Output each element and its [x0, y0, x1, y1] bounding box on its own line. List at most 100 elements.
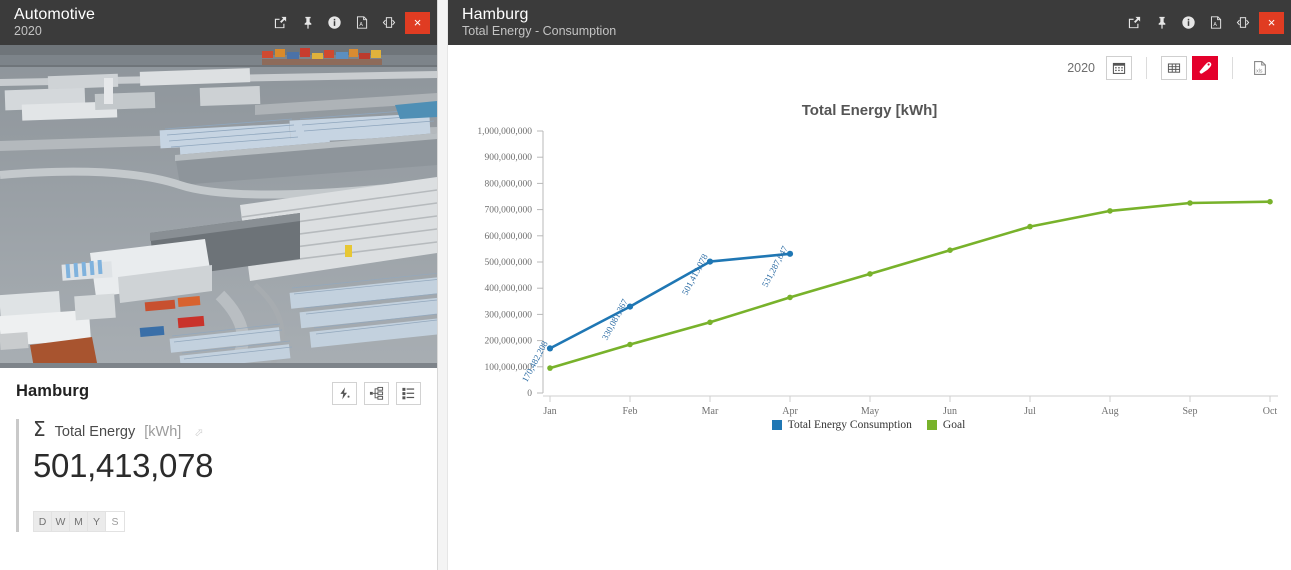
left-panel-header: Automotive 2020 A × [0, 0, 437, 45]
series-points-goal [547, 199, 1273, 371]
kpi-metric-row: Σ Total Energy [kWh] ⬀ [33, 419, 421, 440]
chart-title: Total Energy [kWh] [448, 102, 1291, 119]
x-tick-label: Sep [1183, 406, 1198, 417]
x-tick-label: Feb [623, 406, 638, 417]
left-panel-title: Automotive [14, 6, 95, 23]
close-icon[interactable]: × [1259, 12, 1284, 34]
line-chart-svg: 1,000,000,000 900,000,000 800,000,000 70… [448, 123, 1289, 423]
kpi-range-selector[interactable]: D W M Y S [33, 511, 125, 532]
y-tick-label: 500,000,000 [485, 258, 533, 268]
aerial-photo-graphic [0, 45, 437, 368]
y-axis-labels: 1,000,000,000 900,000,000 800,000,000 70… [477, 127, 532, 399]
legend-item-goal[interactable]: Goal [927, 419, 965, 431]
data-label: 531,287,647 [760, 244, 790, 289]
range-option-m[interactable]: M [70, 512, 88, 531]
kpi-main: Σ Total Energy [kWh] ⬀ 501,413,078 D W M… [33, 419, 421, 532]
x-tick-label: Jun [943, 406, 957, 417]
x-tick-label: Mar [702, 406, 719, 417]
toolbar-year-label: 2020 [1067, 61, 1095, 75]
svg-text:xls: xls [1256, 68, 1263, 74]
pdf-icon[interactable]: A [351, 8, 372, 38]
flip-icon[interactable] [1232, 8, 1253, 38]
toolbar-separator-1 [1146, 57, 1147, 79]
x-axis-ticks [550, 396, 1270, 402]
panel-divider [437, 0, 448, 570]
info-icon[interactable] [324, 8, 345, 38]
left-header-icon-group: A × [270, 0, 437, 45]
kpi-header: Hamburg [16, 382, 421, 405]
kpi-accent-bar [16, 419, 19, 532]
x-axis-labels: Jan Feb Mar Apr May Jun Jul Aug Sep Oct [543, 406, 1277, 417]
x-tick-label: Oct [1263, 406, 1278, 417]
range-option-s[interactable]: S [106, 512, 124, 531]
right-header-titles: Hamburg Total Energy - Consumption [462, 6, 616, 39]
right-panel-title: Hamburg [462, 6, 616, 23]
legend-label-consumption: Total Energy Consumption [788, 419, 912, 431]
xls-export-icon[interactable]: xls [1247, 56, 1273, 80]
chart-plot-area: 1,000,000,000 900,000,000 800,000,000 70… [448, 123, 1289, 513]
svg-text:A: A [1213, 22, 1217, 28]
data-label: 501,413,078 [680, 252, 710, 297]
energy-bolt-icon[interactable] [332, 382, 357, 405]
series-points-consumption [547, 251, 793, 352]
chart-legend: Total Energy Consumption Goal [448, 419, 1289, 431]
sigma-icon: Σ [33, 419, 46, 439]
x-tick-label: Aug [1101, 406, 1118, 417]
kpi-metric-label: Total Energy [55, 424, 136, 440]
pin-icon[interactable] [297, 8, 318, 38]
range-option-y[interactable]: Y [88, 512, 106, 531]
y-tick-label: 600,000,000 [485, 232, 533, 242]
y-tick-label: 700,000,000 [485, 206, 533, 216]
y-tick-label: 800,000,000 [485, 179, 533, 189]
trend-arrow-icon: ⬀ [194, 426, 203, 439]
y-tick-label: 200,000,000 [485, 337, 533, 347]
kpi-city-title: Hamburg [16, 382, 89, 401]
legend-swatch-consumption [772, 420, 782, 430]
y-tick-label: 0 [527, 389, 532, 399]
calendar-icon[interactable] [1106, 56, 1132, 80]
x-tick-label: Jul [1024, 406, 1036, 417]
series-line-goal [550, 202, 1270, 368]
chart-toolbar: 2020 [448, 45, 1291, 90]
svg-text:A: A [359, 22, 363, 28]
details-list-icon[interactable] [396, 382, 421, 405]
legend-label-goal: Goal [943, 419, 965, 431]
y-tick-label: 300,000,000 [485, 310, 533, 320]
kpi-card: Hamburg [0, 368, 437, 532]
y-tick-label: 400,000,000 [485, 284, 533, 294]
info-icon[interactable] [1178, 8, 1199, 38]
kpi-metric-unit: [kWh] [144, 424, 181, 440]
left-panel-subtitle: 2020 [14, 25, 95, 39]
y-tick-label: 1,000,000,000 [477, 127, 532, 137]
legend-swatch-goal [927, 420, 937, 430]
pin-icon[interactable] [1151, 8, 1172, 38]
range-option-w[interactable]: W [52, 512, 70, 531]
site-aerial-photo [0, 45, 437, 368]
y-tick-label: 900,000,000 [485, 153, 533, 163]
dashboard-root: Automotive 2020 A × [0, 0, 1291, 570]
right-panel: Hamburg Total Energy - Consumption A [448, 0, 1291, 570]
pdf-icon[interactable]: A [1205, 8, 1226, 38]
series-data-labels: 170,482,208 330,081,367 501,413,078 531,… [520, 244, 790, 384]
x-tick-label: May [861, 406, 879, 417]
x-tick-label: Apr [782, 406, 798, 417]
right-panel-header: Hamburg Total Energy - Consumption A [448, 0, 1291, 45]
hierarchy-icon[interactable] [364, 382, 389, 405]
right-header-icon-group: A × [1124, 0, 1291, 45]
kpi-body: Σ Total Energy [kWh] ⬀ 501,413,078 D W M… [16, 419, 421, 532]
range-option-d[interactable]: D [34, 512, 52, 531]
open-external-icon[interactable] [270, 8, 291, 38]
toolbar-separator-2 [1232, 57, 1233, 79]
x-tick-label: Jan [543, 406, 556, 417]
legend-item-consumption[interactable]: Total Energy Consumption [772, 419, 912, 431]
close-icon[interactable]: × [405, 12, 430, 34]
right-panel-subtitle: Total Energy - Consumption [462, 25, 616, 39]
open-external-icon[interactable] [1124, 8, 1145, 38]
table-view-icon[interactable] [1161, 56, 1187, 80]
left-panel: Automotive 2020 A × [0, 0, 437, 570]
kpi-value: 501,413,078 [33, 447, 421, 485]
chart-view-icon[interactable] [1192, 56, 1218, 80]
left-header-titles: Automotive 2020 [14, 6, 95, 39]
flip-icon[interactable] [378, 8, 399, 38]
kpi-button-group [332, 382, 421, 405]
